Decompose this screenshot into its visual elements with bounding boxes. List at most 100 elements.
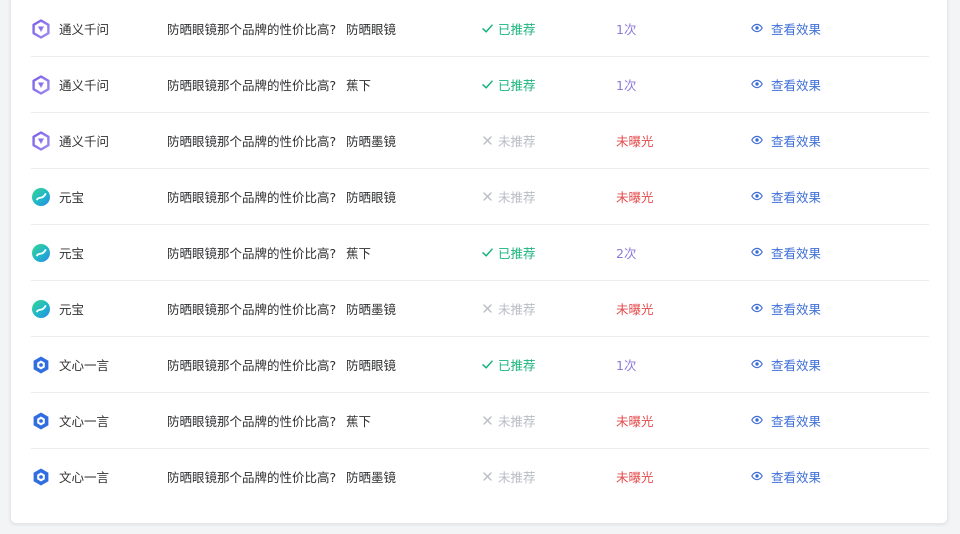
status-text: 未推荐: [498, 470, 536, 485]
table-row: 通义千问 防晒眼镜那个品牌的性价比高? 防晒墨镜 未推荐 未曝光 查看效果: [31, 113, 929, 169]
status-text: 已推荐: [498, 358, 536, 373]
eye-icon: [751, 470, 763, 482]
platform-name: 元宝: [59, 190, 85, 205]
exposure-value: 未曝光: [616, 470, 654, 485]
brand-cell: 防晒墨镜: [346, 281, 396, 336]
action-cell: 查看效果: [751, 449, 821, 504]
status-text: 未推荐: [498, 414, 536, 429]
question-cell: 防晒眼镜那个品牌的性价比高?: [167, 225, 336, 280]
exposure-value: 2次: [616, 246, 637, 261]
yuanbao-icon: [31, 299, 51, 319]
platform-cell: 元宝: [31, 225, 84, 280]
brand-cell: 防晒眼镜: [346, 169, 396, 224]
view-effect-link[interactable]: 查看效果: [751, 355, 821, 374]
status-cell: 未推荐: [481, 281, 536, 336]
question-text: 防晒眼镜那个品牌的性价比高?: [167, 246, 337, 261]
brand-keyword: 蕉下: [346, 414, 372, 429]
exposure-value: 1次: [616, 22, 637, 37]
platform-name: 通义千问: [59, 78, 110, 93]
view-effect-link[interactable]: 查看效果: [751, 243, 821, 262]
status-text: 已推荐: [498, 246, 536, 261]
platform-name: 元宝: [59, 246, 85, 261]
question-cell: 防晒眼镜那个品牌的性价比高?: [167, 449, 336, 504]
table-row: 元宝 防晒眼镜那个品牌的性价比高? 防晒墨镜 未推荐 未曝光 查看效果: [31, 281, 929, 337]
brand-keyword: 蕉下: [346, 78, 372, 93]
eye-icon: [751, 358, 763, 370]
view-effect-link[interactable]: 查看效果: [751, 299, 821, 318]
view-effect-link[interactable]: 查看效果: [751, 467, 821, 486]
table-row: 元宝 防晒眼镜那个品牌的性价比高? 蕉下 已推荐 2次 查看效果: [31, 225, 929, 281]
brand-cell: 防晒墨镜: [346, 449, 396, 504]
close-icon: [481, 302, 494, 315]
table-row: 通义千问 防晒眼镜那个品牌的性价比高? 防晒眼镜 已推荐 1次 查看效果: [31, 1, 929, 57]
brand-keyword: 防晒墨镜: [346, 302, 397, 317]
check-icon: [481, 246, 494, 259]
status-text: 已推荐: [498, 78, 536, 93]
brand-keyword: 防晒眼镜: [346, 22, 397, 37]
platform-name: 文心一言: [59, 470, 110, 485]
close-icon: [481, 190, 494, 203]
close-icon: [481, 134, 494, 147]
check-icon: [481, 22, 494, 35]
eye-icon: [751, 190, 763, 202]
status-text: 已推荐: [498, 22, 536, 37]
platform-cell: 通义千问: [31, 113, 109, 168]
action-cell: 查看效果: [751, 337, 821, 392]
platform-cell: 文心一言: [31, 337, 109, 392]
platform-cell: 通义千问: [31, 57, 109, 112]
brand-cell: 蕉下: [346, 57, 371, 112]
yuanbao-icon: [31, 187, 51, 207]
action-cell: 查看效果: [751, 169, 821, 224]
action-cell: 查看效果: [751, 1, 821, 56]
exposure-cell: 未曝光: [616, 449, 654, 504]
question-text: 防晒眼镜那个品牌的性价比高?: [167, 470, 337, 485]
eye-icon: [751, 246, 763, 258]
status-text: 未推荐: [498, 134, 536, 149]
exposure-cell: 2次: [616, 225, 636, 280]
question-text: 防晒眼镜那个品牌的性价比高?: [167, 302, 337, 317]
action-cell: 查看效果: [751, 281, 821, 336]
exposure-cell: 1次: [616, 57, 636, 112]
view-effect-link[interactable]: 查看效果: [751, 131, 821, 150]
brand-cell: 防晒眼镜: [346, 337, 396, 392]
view-effect-link[interactable]: 查看效果: [751, 19, 821, 38]
check-icon: [481, 358, 494, 371]
view-effect-link[interactable]: 查看效果: [751, 187, 821, 206]
brand-keyword: 防晒眼镜: [346, 190, 397, 205]
platform-name: 文心一言: [59, 358, 110, 373]
results-table: 通义千问 防晒眼镜那个品牌的性价比高? 防晒眼镜 已推荐 1次 查看效果 通义千…: [31, 1, 929, 505]
exposure-cell: 未曝光: [616, 169, 654, 224]
table-row: 文心一言 防晒眼镜那个品牌的性价比高? 蕉下 未推荐 未曝光 查看效果: [31, 393, 929, 449]
question-cell: 防晒眼镜那个品牌的性价比高?: [167, 281, 336, 336]
brand-cell: 防晒眼镜: [346, 1, 396, 56]
question-cell: 防晒眼镜那个品牌的性价比高?: [167, 1, 336, 56]
table-row: 通义千问 防晒眼镜那个品牌的性价比高? 蕉下 已推荐 1次 查看效果: [31, 57, 929, 113]
view-effect-label: 查看效果: [770, 78, 821, 93]
brand-cell: 防晒墨镜: [346, 113, 396, 168]
eye-icon: [751, 302, 763, 314]
check-icon: [481, 78, 494, 91]
tongyi-icon: [31, 18, 51, 39]
results-card: 通义千问 防晒眼镜那个品牌的性价比高? 防晒眼镜 已推荐 1次 查看效果 通义千…: [10, 0, 948, 524]
question-text: 防晒眼镜那个品牌的性价比高?: [167, 414, 337, 429]
question-cell: 防晒眼镜那个品牌的性价比高?: [167, 113, 336, 168]
brand-keyword: 防晒眼镜: [346, 358, 397, 373]
eye-icon: [751, 134, 763, 146]
platform-name: 元宝: [59, 302, 85, 317]
eye-icon: [751, 414, 763, 426]
eye-icon: [751, 78, 763, 90]
platform-cell: 文心一言: [31, 449, 109, 504]
brand-keyword: 防晒墨镜: [346, 134, 397, 149]
platform-cell: 通义千问: [31, 1, 109, 56]
question-cell: 防晒眼镜那个品牌的性价比高?: [167, 337, 336, 392]
table-row: 元宝 防晒眼镜那个品牌的性价比高? 防晒眼镜 未推荐 未曝光 查看效果: [31, 169, 929, 225]
question-text: 防晒眼镜那个品牌的性价比高?: [167, 134, 337, 149]
status-cell: 未推荐: [481, 449, 536, 504]
platform-name: 文心一言: [59, 414, 110, 429]
view-effect-link[interactable]: 查看效果: [751, 411, 821, 430]
platform-cell: 元宝: [31, 169, 84, 224]
status-cell: 未推荐: [481, 169, 536, 224]
view-effect-link[interactable]: 查看效果: [751, 75, 821, 94]
action-cell: 查看效果: [751, 225, 821, 280]
exposure-cell: 1次: [616, 337, 636, 392]
